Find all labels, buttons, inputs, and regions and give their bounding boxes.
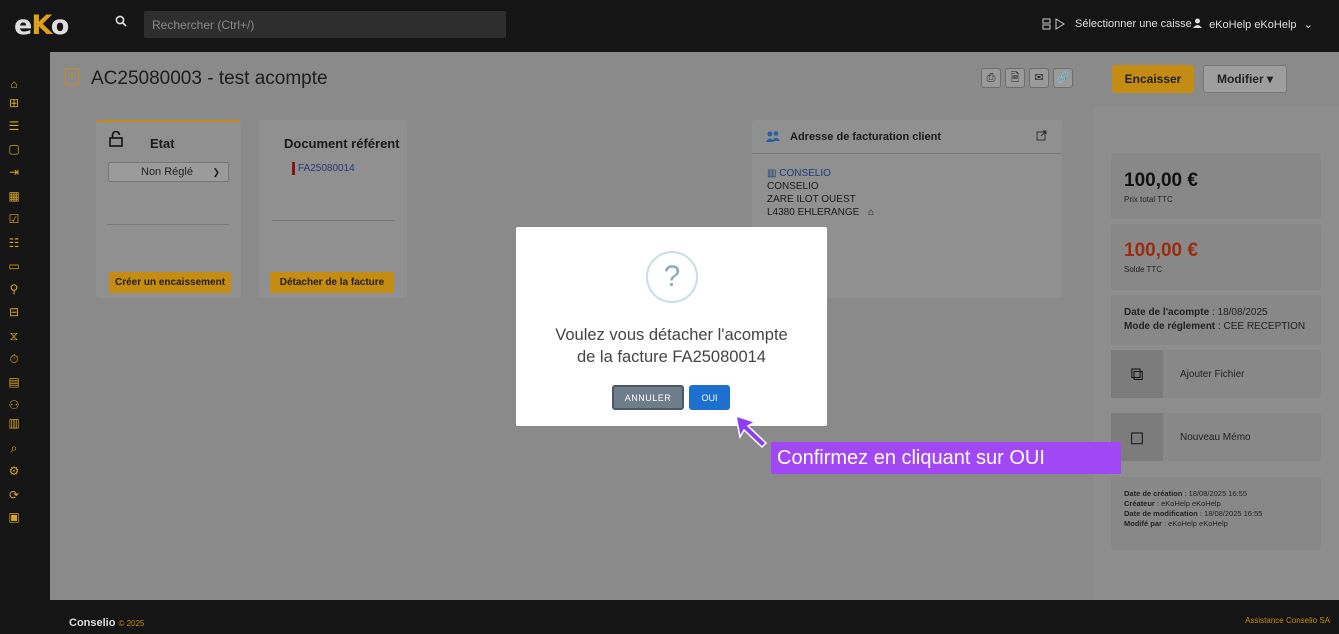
dialog-message-line: de la facture FA25080014: [577, 348, 766, 366]
new-memo-label[interactable]: Nouveau Mémo: [1180, 432, 1251, 443]
deposit-date: Date de l'acompte : 18/08/2025: [1124, 307, 1268, 318]
footer-year: © 2025: [118, 619, 145, 628]
modifier-label: Modifier: [1216, 72, 1264, 86]
reference-card-title: Document référent: [284, 136, 400, 151]
support-link[interactable]: Assistance Conselio SA: [1245, 616, 1330, 625]
timer-icon[interactable]: ⏱: [4, 352, 24, 367]
select-register-button[interactable]: Sélectionner une caisse: [1075, 18, 1192, 30]
status-value: Non Réglé: [141, 166, 193, 178]
home-icon[interactable]: ⌂: [4, 77, 24, 91]
search-box: [144, 11, 506, 38]
users-icon: [766, 130, 780, 145]
building-icon: ▥: [767, 168, 780, 179]
settings-icon[interactable]: ⚙: [4, 464, 24, 478]
document-icon[interactable]: ▢: [4, 142, 24, 156]
payment-mode: Mode de réglement : CEE RECEPTION: [1124, 321, 1306, 332]
balance-price: 100,00 €: [1124, 240, 1198, 261]
calculator-icon[interactable]: ▤: [4, 375, 24, 389]
search-input[interactable]: [144, 11, 506, 38]
external-link-icon[interactable]: [1036, 130, 1047, 144]
address-line: L4380 EHLERANGE ⌂: [767, 207, 875, 218]
app-logo[interactable]: eKo: [14, 10, 69, 41]
user-name: eKoHelp eKoHelp: [1209, 19, 1297, 31]
question-icon: ?: [646, 251, 698, 303]
total-price: 100,00 €: [1124, 170, 1198, 191]
mail-icon[interactable]: ✉: [1029, 68, 1049, 88]
company-name: CONSELIO: [779, 168, 831, 179]
list-icon[interactable]: ☰: [4, 119, 24, 133]
divider: [107, 224, 229, 225]
hierarchy-icon[interactable]: ⊟: [4, 305, 24, 319]
billing-address-title: Adresse de facturation client: [790, 131, 941, 143]
chevron-down-icon: ▾: [1266, 72, 1274, 86]
cancel-button[interactable]: ANNULER: [612, 385, 684, 410]
register-icon[interactable]: ▣: [4, 510, 24, 524]
add-icon[interactable]: ⊞: [4, 96, 24, 110]
modification-date: Date de modification : 18/08/2025 16:55: [1124, 509, 1263, 518]
create-payment-button[interactable]: Créer un encaissement: [109, 272, 231, 293]
modified-by: Modifé par : eKoHelp eKoHelp: [1124, 519, 1228, 528]
user-icon: [1193, 18, 1205, 31]
add-file-label[interactable]: Ajouter Fichier: [1180, 369, 1244, 380]
status-card-title: Etat: [150, 136, 175, 151]
detach-invoice-button[interactable]: Détacher de la facture: [270, 272, 394, 293]
encaisser-button[interactable]: Encaisser: [1112, 65, 1194, 93]
creator: Créateur : eKoHelp eKoHelp: [1124, 499, 1221, 508]
calendar-icon[interactable]: ▦: [4, 189, 24, 203]
attach-icon[interactable]: 🔗: [1053, 68, 1073, 88]
tasks-icon[interactable]: ☷: [4, 236, 24, 250]
address-line: ZARE ILOT OUEST: [767, 194, 856, 205]
team-icon[interactable]: ⚇: [4, 398, 24, 412]
chart-icon[interactable]: ▥: [4, 416, 24, 430]
pdf-icon[interactable]: 🗎: [1005, 68, 1025, 88]
total-price-label: Prix total TTC: [1124, 195, 1173, 204]
cash-register-icon[interactable]: [1042, 18, 1070, 33]
user-menu-button[interactable]: eKoHelp eKoHelp ⌄: [1193, 18, 1313, 31]
search-icon[interactable]: ⌕: [4, 441, 24, 456]
dialog-message-line: Voulez vous détacher l'acompte: [555, 326, 788, 344]
modifier-button[interactable]: Modifier ▾: [1203, 65, 1287, 93]
cycle-icon[interactable]: ⟳: [4, 488, 24, 502]
creation-date: Date de création : 18/08/2025 16:55: [1124, 489, 1247, 498]
copy-file-icon[interactable]: ⧉: [1111, 350, 1163, 398]
reference-invoice-link[interactable]: FA25080014: [292, 162, 355, 175]
chevron-down-icon: ⌄: [1303, 19, 1313, 31]
chevron-down-icon: ❯: [212, 167, 220, 177]
checklist-icon[interactable]: ☑: [4, 212, 24, 226]
balance-label: Solde TTC: [1124, 265, 1163, 274]
address-line: CONSELIO: [767, 181, 819, 192]
pointer-arrow-icon: [735, 414, 768, 449]
folder-icon[interactable]: ▭: [4, 259, 24, 273]
search-icon: [115, 15, 131, 31]
stats-icon[interactable]: ⧖: [4, 329, 24, 344]
page-title: AC25080003 - test acompte: [91, 68, 328, 89]
divider: [752, 153, 1062, 154]
status-select[interactable]: Non Réglé ❯: [108, 162, 229, 182]
divider: [272, 220, 395, 221]
confirm-button[interactable]: OUI: [689, 385, 730, 410]
dialog-message: Voulez vous détacher l'acompte de la fac…: [516, 324, 827, 368]
payment-info-card: [1111, 295, 1321, 345]
map-icon: ⌂: [868, 207, 875, 218]
filter-icon[interactable]: ⚲: [4, 282, 24, 296]
print-icon[interactable]: ⎙: [981, 68, 1001, 88]
lock-icon: [109, 130, 123, 152]
export-icon[interactable]: ⇥: [4, 165, 24, 179]
company-link[interactable]: ▥ CONSELIO: [767, 168, 831, 179]
footer-brand: Conselio © 2025: [69, 617, 145, 629]
invoice-document-icon: AC: [65, 68, 79, 85]
hint-tooltip: Confirmez en cliquant sur OUI: [771, 442, 1121, 474]
footer: [0, 600, 1339, 634]
